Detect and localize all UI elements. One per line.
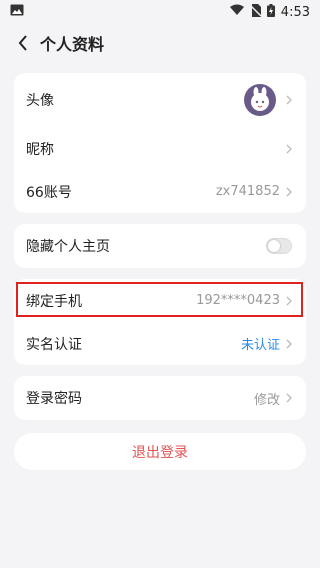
logout-button[interactable]: 退出登录 xyxy=(14,433,306,470)
chevron-right-icon xyxy=(284,391,294,405)
page-title: 个人资料 xyxy=(40,35,105,54)
chevron-right-icon xyxy=(284,337,294,351)
password-card: 登录密码 修改 xyxy=(14,376,306,420)
avatar xyxy=(244,84,276,116)
avatar-row[interactable]: 头像 xyxy=(14,73,306,127)
login-password-row[interactable]: 登录密码 修改 xyxy=(14,376,306,420)
no-sim-icon xyxy=(249,3,262,21)
wifi-icon xyxy=(229,4,244,20)
chevron-right-icon xyxy=(284,294,294,308)
bind-phone-value: 192****0423 xyxy=(196,293,280,308)
toggle-knob xyxy=(268,240,280,252)
status-time: 4:53 xyxy=(280,4,310,20)
chevron-right-icon xyxy=(284,142,294,156)
chevron-right-icon xyxy=(284,93,294,107)
realname-status: 未认证 xyxy=(240,338,280,353)
login-password-label: 登录密码 xyxy=(26,391,82,407)
security-card: 绑定手机 192****0423 实名认证 未认证 xyxy=(14,279,306,365)
nickname-label: 昵称 xyxy=(26,141,54,158)
login-password-action: 修改 xyxy=(253,392,280,408)
realname-label: 实名认证 xyxy=(26,336,82,353)
nickname-row[interactable]: 昵称 xyxy=(14,127,306,170)
bind-phone-label: 绑定手机 xyxy=(26,293,82,310)
top-nav-bar: 个人资料 xyxy=(0,24,320,62)
back-button[interactable] xyxy=(12,32,34,54)
profile-card: 头像 昵称 66账号 zx741852 xyxy=(14,73,306,213)
chevron-right-icon xyxy=(284,185,294,199)
privacy-card: 隐藏个人主页 xyxy=(14,224,306,268)
hide-homepage-label: 隐藏个人主页 xyxy=(26,239,110,255)
realname-row[interactable]: 实名认证 未认证 xyxy=(14,322,306,365)
image-notification-icon xyxy=(10,4,24,20)
avatar-label: 头像 xyxy=(26,93,54,109)
hide-homepage-toggle[interactable] xyxy=(266,238,292,254)
chevron-left-icon xyxy=(18,35,27,51)
bind-phone-row[interactable]: 绑定手机 192****0423 xyxy=(14,279,306,322)
account-row[interactable]: 66账号 zx741852 xyxy=(14,170,306,213)
account-label: 66账号 xyxy=(26,184,72,201)
account-value: zx741852 xyxy=(215,184,280,199)
battery-charging-icon xyxy=(266,3,275,21)
status-bar: 4:53 xyxy=(0,0,320,24)
bunny-avatar-icon xyxy=(251,87,269,111)
hide-homepage-row: 隐藏个人主页 xyxy=(14,224,306,268)
